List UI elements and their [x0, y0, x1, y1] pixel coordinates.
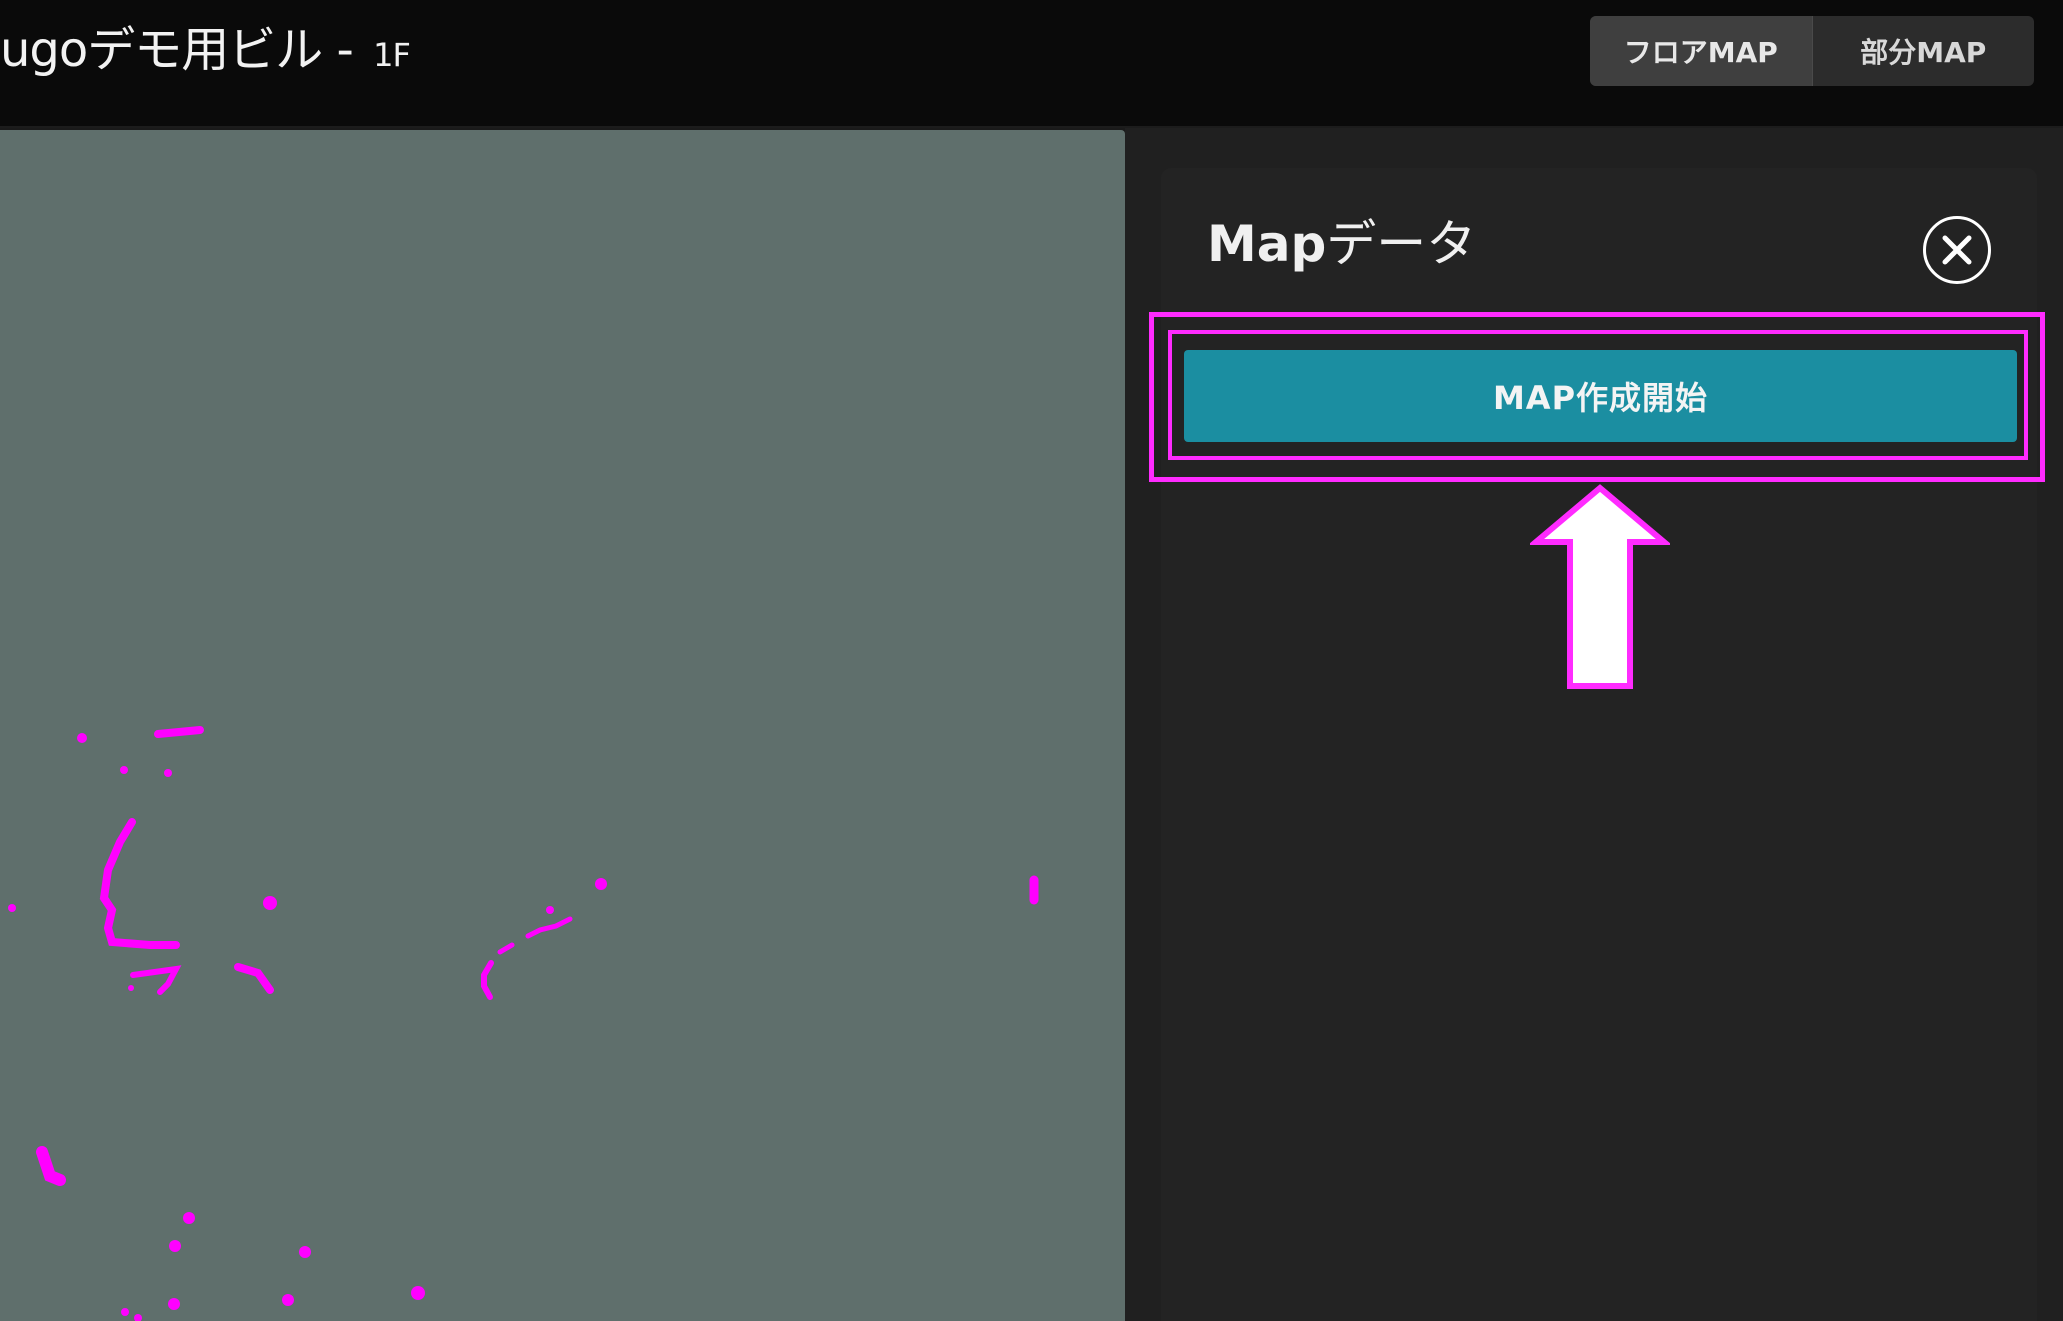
panel-title-en: Map	[1207, 215, 1327, 273]
close-button[interactable]	[1923, 216, 1991, 284]
panel-title: Mapデータ	[1207, 212, 1476, 276]
map-canvas[interactable]	[0, 130, 1125, 1321]
partial-map-tab[interactable]: 部分MAP	[1811, 16, 2035, 86]
map-data-panel	[1125, 128, 2063, 1321]
panel-title-jp: データ	[1326, 215, 1477, 273]
building-title: ugoデモ用ビル -	[0, 22, 368, 78]
close-icon	[1942, 235, 1972, 265]
start-map-creation-button[interactable]: MAP作成開始	[1184, 350, 2017, 442]
map-mode-toggle: フロアMAP 部分MAP	[1590, 16, 2034, 86]
up-arrow-icon	[1530, 484, 1670, 689]
building-floor-title: ugoデモ用ビル - 1F	[0, 18, 411, 87]
floor-label: 1F	[373, 36, 411, 74]
top-bar: ugoデモ用ビル - 1F フロアMAP 部分MAP	[0, 0, 2063, 128]
floor-map-tab[interactable]: フロアMAP	[1590, 16, 1812, 86]
scan-points-layer	[8, 726, 1039, 1321]
